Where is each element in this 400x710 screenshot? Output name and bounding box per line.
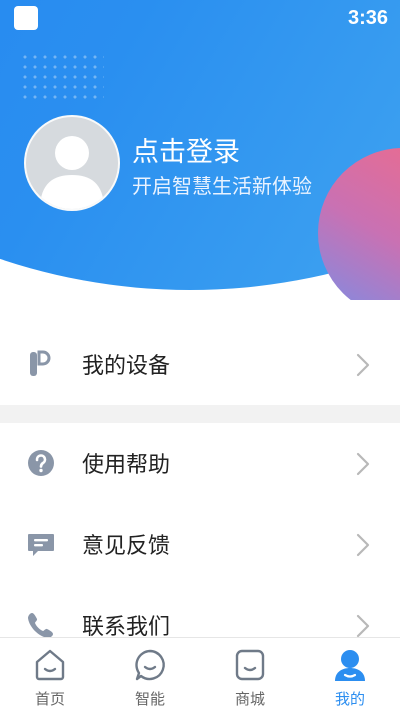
feedback-icon xyxy=(28,534,54,556)
tab-label: 首页 xyxy=(34,690,65,708)
profile-header: 3:36 点击登录 开启智慧生活新体验 xyxy=(0,0,400,300)
login-subtitle: 开启智慧生活新体验 xyxy=(132,174,312,198)
chevron-right-icon xyxy=(356,533,370,557)
chevron-right-icon xyxy=(356,452,370,476)
menu-item-my-devices[interactable]: 我的设备 xyxy=(0,325,400,405)
status-time: 3:36 xyxy=(347,7,388,29)
status-bar: 3:36 xyxy=(0,0,400,36)
profile-icon xyxy=(335,650,365,681)
notification-icon xyxy=(14,6,38,30)
tab-label: 我的 xyxy=(334,690,365,708)
help-icon xyxy=(28,450,54,476)
device-icon xyxy=(30,350,51,376)
user-silhouette-icon xyxy=(40,136,104,209)
tab-home[interactable]: 首页 xyxy=(0,638,100,710)
menu-item-help[interactable]: 使用帮助 xyxy=(0,424,400,504)
home-icon xyxy=(35,649,65,681)
menu-item-label: 意见反馈 xyxy=(82,534,171,559)
dot-pattern xyxy=(20,52,104,102)
avatar[interactable] xyxy=(24,115,120,211)
mall-icon xyxy=(235,649,265,681)
smart-icon xyxy=(135,649,165,681)
menu-item-feedback[interactable]: 意见反馈 xyxy=(0,505,400,585)
menu-item-label: 使用帮助 xyxy=(82,453,171,478)
tab-mall[interactable]: 商城 xyxy=(200,638,300,710)
bottom-tab-bar: 首页 智能 商城 我的 xyxy=(0,637,400,710)
tab-label: 商城 xyxy=(234,690,265,708)
chevron-right-icon xyxy=(356,614,370,638)
tab-smart[interactable]: 智能 xyxy=(100,638,200,710)
section-divider xyxy=(0,405,400,423)
chevron-right-icon xyxy=(356,353,370,377)
tab-profile[interactable]: 我的 xyxy=(300,638,400,710)
phone-icon xyxy=(28,613,53,638)
menu-item-label: 我的设备 xyxy=(82,354,171,379)
tab-label: 智能 xyxy=(134,690,165,708)
login-title[interactable]: 点击登录 xyxy=(132,130,240,169)
